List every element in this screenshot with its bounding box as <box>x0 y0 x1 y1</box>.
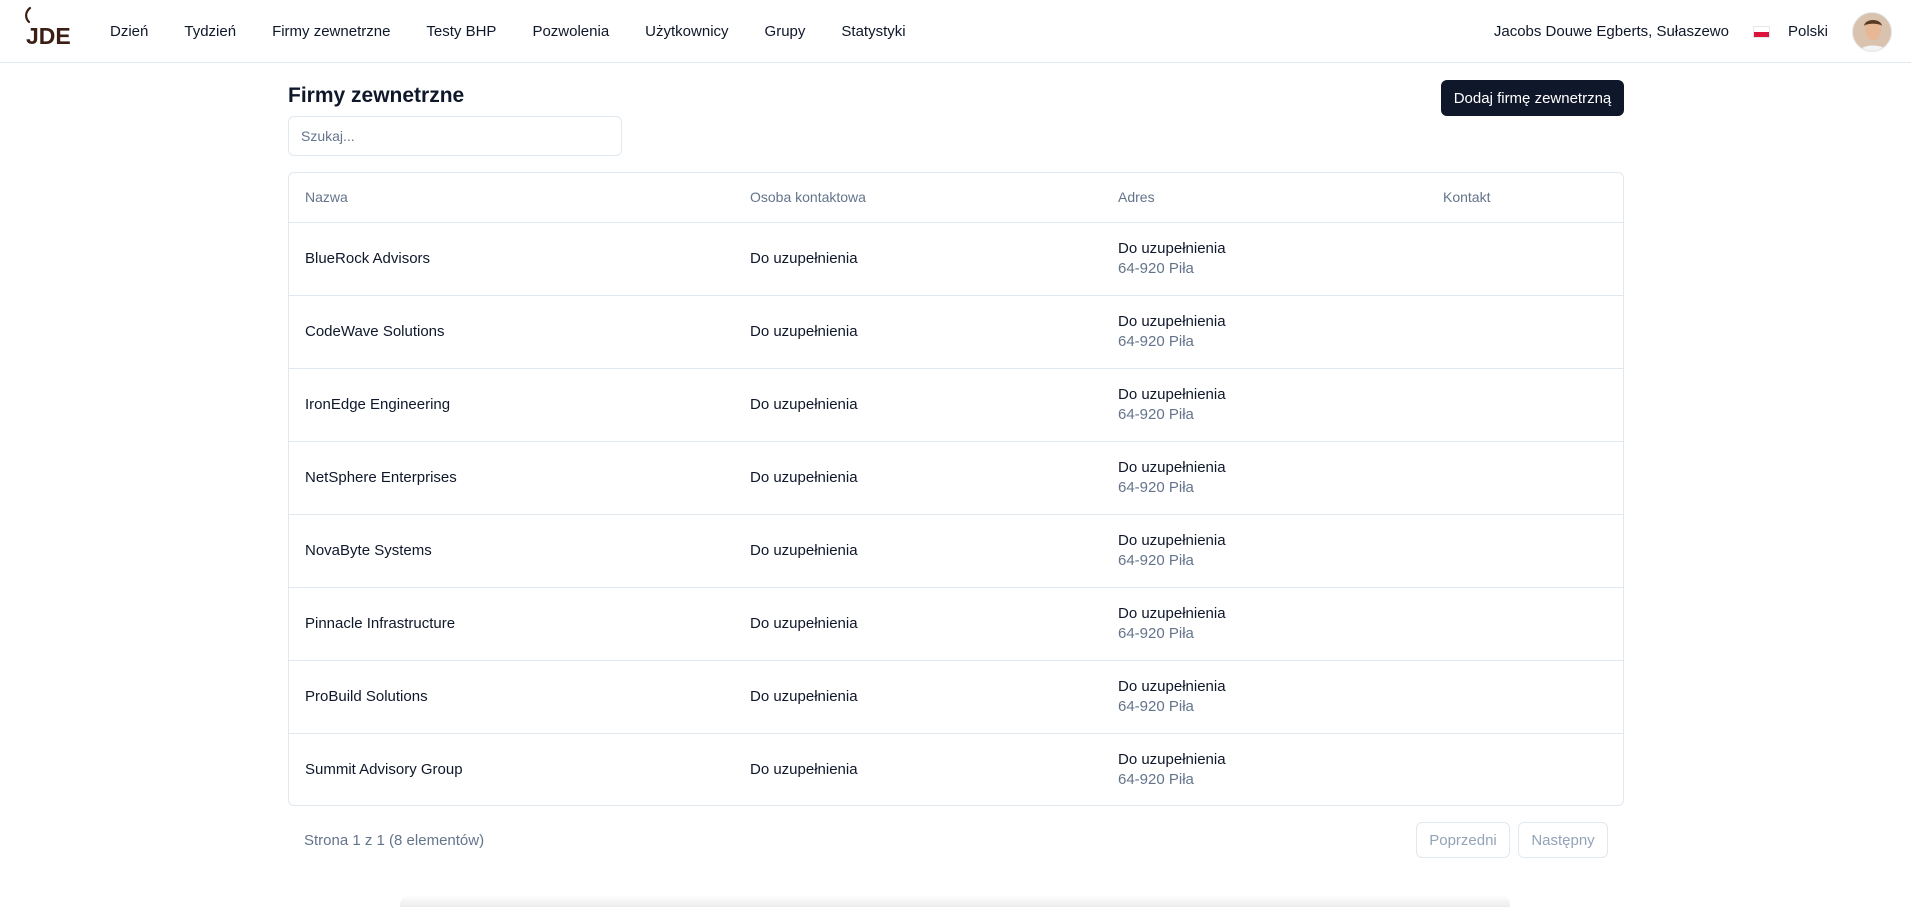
next-page-button[interactable]: Następny <box>1518 822 1608 858</box>
contact-person: Do uzupełnienia <box>734 660 1102 734</box>
contact-cell <box>1427 368 1623 442</box>
address-street: Do uzupełnienia <box>1118 239 1226 257</box>
contact-person: Do uzupełnienia <box>734 441 1102 515</box>
company-name: NetSphere Enterprises <box>289 441 734 515</box>
contact-person: Do uzupełnienia <box>734 295 1102 369</box>
contact-person: Do uzupełnienia <box>734 222 1102 296</box>
nav-item-statystyki[interactable]: Statystyki <box>823 0 923 63</box>
address-street: Do uzupełnienia <box>1118 677 1226 695</box>
company-name: BlueRock Advisors <box>289 222 734 296</box>
company-name: Pinnacle Infrastructure <box>289 587 734 661</box>
address-city: 64-920 Piła <box>1118 624 1194 642</box>
company-name: IronEdge Engineering <box>289 368 734 442</box>
address-street: Do uzupełnienia <box>1118 750 1226 768</box>
nav-item-tydzien[interactable]: Tydzień <box>166 0 254 63</box>
address-city: 64-920 Piła <box>1118 332 1194 350</box>
page-title: Firmy zewnetrzne <box>288 84 465 107</box>
column-header-osoba-kontaktowa[interactable]: Osoba kontaktowa <box>734 173 1102 223</box>
table-row[interactable]: BlueRock Advisors Do uzupełnienia Do uzu… <box>289 222 1623 296</box>
pagination-info: Strona 1 z 1 (8 elementów) <box>304 832 485 849</box>
company-name: ProBuild Solutions <box>289 660 734 734</box>
table-row[interactable]: Pinnacle Infrastructure Do uzupełnienia … <box>289 587 1623 661</box>
table-row[interactable]: IronEdge Engineering Do uzupełnienia Do … <box>289 368 1623 442</box>
company-name: CodeWave Solutions <box>289 295 734 369</box>
address-city: 64-920 Piła <box>1118 405 1194 423</box>
address-city: 64-920 Piła <box>1118 478 1194 496</box>
column-header-adres[interactable]: Adres <box>1102 173 1427 223</box>
contact-cell <box>1427 733 1623 805</box>
contact-cell <box>1427 660 1623 734</box>
nav-item-testy-bhp[interactable]: Testy BHP <box>408 0 514 63</box>
table-header-row: Nazwa Osoba kontaktowa Adres Kontakt <box>289 173 1623 223</box>
add-company-button[interactable]: Dodaj firmę zewnetrzną <box>1441 80 1624 116</box>
address-street: Do uzupełnienia <box>1118 385 1226 403</box>
contact-cell <box>1427 514 1623 588</box>
nav-item-dzien[interactable]: Dzień <box>96 0 166 63</box>
user-avatar[interactable] <box>1852 11 1892 52</box>
column-header-kontakt[interactable]: Kontakt <box>1427 173 1623 223</box>
contact-cell <box>1427 441 1623 515</box>
address-cell: Do uzupełnienia 64-920 Piła <box>1102 441 1427 515</box>
poland-flag-icon[interactable] <box>1752 25 1770 38</box>
table-row[interactable]: Summit Advisory Group Do uzupełnienia Do… <box>289 733 1623 805</box>
top-navbar: JDE Dzień Tydzień Firmy zewnetrzne Testy… <box>0 0 1911 63</box>
address-street: Do uzupełnienia <box>1118 531 1226 549</box>
address-cell: Do uzupełnienia 64-920 Piła <box>1102 733 1427 805</box>
search-input[interactable] <box>288 116 622 156</box>
company-selector[interactable]: Jacobs Douwe Egberts, Sułaszewo <box>1494 23 1729 40</box>
company-name: Summit Advisory Group <box>305 761 463 779</box>
address-cell: Do uzupełnienia 64-920 Piła <box>1102 660 1427 734</box>
address-cell: Do uzupełnienia 64-920 Piła <box>1102 514 1427 588</box>
contact-cell <box>1427 222 1623 296</box>
table-row[interactable]: NovaByte Systems Do uzupełnienia Do uzup… <box>289 514 1623 588</box>
address-city: 64-920 Piła <box>1118 697 1194 715</box>
company-name: NovaByte Systems <box>289 514 734 588</box>
address-city: 64-920 Piła <box>1118 259 1194 277</box>
bottom-shadow <box>400 895 1510 907</box>
contact-cell <box>1427 587 1623 661</box>
avatar-image <box>1853 12 1891 51</box>
address-street: Do uzupełnienia <box>1118 458 1226 476</box>
main-nav: Dzień Tydzień Firmy zewnetrzne Testy BHP… <box>96 0 924 63</box>
nav-item-uzytkownicy[interactable]: Użytkownicy <box>627 0 746 63</box>
jde-logo[interactable]: JDE <box>20 6 70 48</box>
address-cell: Do uzupełnienia 64-920 Piła <box>1102 587 1427 661</box>
address-street: Do uzupełnienia <box>1118 604 1226 622</box>
contact-person: Do uzupełnienia <box>734 514 1102 588</box>
table-row[interactable]: NetSphere Enterprises Do uzupełnienia Do… <box>289 441 1623 515</box>
companies-table: Nazwa Osoba kontaktowa Adres Kontakt Blu… <box>288 172 1624 806</box>
nav-item-firmy-zewnetrzne[interactable]: Firmy zewnetrzne <box>254 0 408 63</box>
column-header-nazwa[interactable]: Nazwa <box>289 173 734 223</box>
contact-person: Do uzupełnienia <box>734 587 1102 661</box>
previous-page-button[interactable]: Poprzedni <box>1416 822 1510 858</box>
nav-item-grupy[interactable]: Grupy <box>747 0 824 63</box>
address-city: 64-920 Piła <box>1118 770 1194 788</box>
address-city: 64-920 Piła <box>1118 551 1194 569</box>
address-cell: Do uzupełnienia 64-920 Piła <box>1102 295 1427 369</box>
table-body: BlueRock Advisors Do uzupełnienia Do uzu… <box>289 222 1623 805</box>
nav-item-pozwolenia[interactable]: Pozwolenia <box>514 0 627 63</box>
contact-person: Do uzupełnienia <box>750 761 858 779</box>
address-street: Do uzupełnienia <box>1118 312 1226 330</box>
address-cell: Do uzupełnienia 64-920 Piła <box>1102 368 1427 442</box>
language-selector[interactable]: Polski <box>1788 23 1828 40</box>
address-cell: Do uzupełnienia 64-920 Piła <box>1102 222 1427 296</box>
user-area: Jacobs Douwe Egberts, Sułaszewo Polski <box>1494 0 1911 63</box>
contact-person: Do uzupełnienia <box>734 368 1102 442</box>
table-row[interactable]: CodeWave Solutions Do uzupełnienia Do uz… <box>289 295 1623 369</box>
table-row[interactable]: ProBuild Solutions Do uzupełnienia Do uz… <box>289 660 1623 734</box>
contact-cell <box>1427 295 1623 369</box>
svg-text:JDE: JDE <box>26 23 70 48</box>
